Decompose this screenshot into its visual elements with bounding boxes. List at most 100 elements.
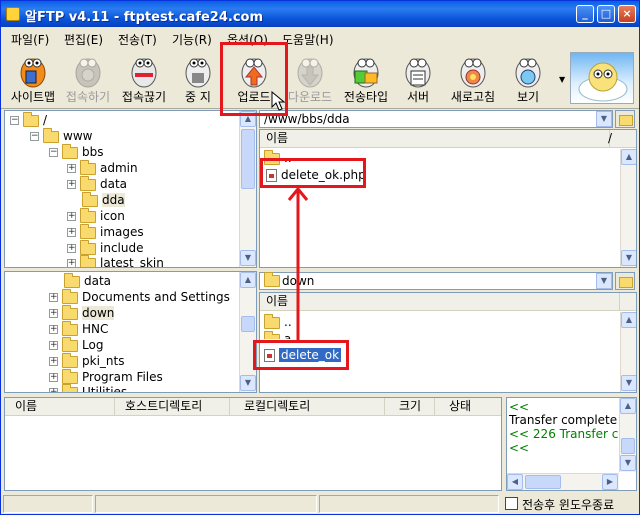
menu-file[interactable]: 파일(F) [11, 31, 49, 48]
scroll-thumb[interactable] [241, 316, 255, 332]
log-hscrollbar[interactable]: ◀ ▶ [507, 473, 619, 490]
column-name[interactable]: 이름 [260, 293, 620, 310]
tree-expander[interactable]: + [67, 244, 76, 253]
close-after-transfer-checkbox[interactable] [505, 497, 518, 510]
sitemap-button[interactable]: 사이트맵 [7, 51, 59, 107]
refresh-button[interactable]: 새로고침 [445, 51, 501, 107]
local-list-scrollbar[interactable]: ▲ ▼ [620, 312, 636, 392]
tree-expander[interactable]: − [49, 148, 58, 157]
local-path-dropdown-icon[interactable]: ▼ [596, 273, 612, 289]
column-status[interactable]: 상태 [435, 398, 501, 415]
tree-item-bbs[interactable]: bbs [82, 145, 104, 159]
remote-up-folder-icon[interactable] [615, 110, 635, 128]
remote-tree-pane[interactable]: − / − www − bbs + admin + data dda + icon + ima… [4, 110, 257, 268]
log-pane[interactable]: << Transfer complete << 226 Transfer cor… [506, 397, 637, 491]
tree-expander[interactable]: + [49, 357, 58, 366]
tree-item-program-files[interactable]: Program Files [82, 370, 163, 384]
tree-expander[interactable]: + [49, 309, 58, 318]
column-size[interactable]: 크기 [385, 398, 435, 415]
scroll-down-icon[interactable]: ▼ [621, 250, 636, 266]
remote-path-dropdown-icon[interactable]: ▼ [596, 111, 612, 127]
tree-item-data[interactable]: data [84, 274, 111, 288]
tree-expander[interactable]: + [49, 341, 58, 350]
scroll-up-icon[interactable]: ▲ [621, 149, 636, 165]
tree-item-admin[interactable]: admin [100, 161, 138, 175]
scroll-up-icon[interactable]: ▲ [621, 312, 636, 328]
tree-expander[interactable]: + [67, 259, 76, 267]
close-button[interactable]: × [618, 5, 636, 23]
scroll-down-icon[interactable]: ▼ [240, 250, 256, 266]
scroll-down-icon[interactable]: ▼ [620, 455, 636, 471]
tree-expander[interactable]: + [49, 325, 58, 334]
remote-list-scrollbar[interactable]: ▲ ▼ [620, 149, 636, 267]
log-vscrollbar[interactable]: ▲ ▼ [619, 398, 636, 472]
tree-item-images[interactable]: images [100, 225, 144, 239]
tree-item-pki-nts[interactable]: pki_nts [82, 354, 124, 368]
tree-item-latest-skin[interactable]: latest_skin [100, 256, 164, 267]
tree-item-data[interactable]: data [100, 177, 127, 191]
minimize-button[interactable]: _ [576, 5, 594, 23]
download-button[interactable]: 다운로드 [283, 51, 337, 107]
disconnect-button[interactable]: 접속끊기 [117, 51, 171, 107]
toolbar-dropdown-arrow-icon[interactable]: ▼ [559, 75, 565, 84]
tree-item-log[interactable]: Log [82, 338, 103, 352]
tree-item-utilities[interactable]: Utilities [82, 385, 127, 392]
local-up-folder-icon[interactable] [615, 272, 635, 290]
scroll-thumb[interactable] [621, 438, 635, 454]
scroll-up-icon[interactable]: ▲ [240, 272, 256, 288]
tree-item-down[interactable]: down [82, 306, 115, 320]
transfer-queue[interactable]: 이름 호스트디렉토리 로컬디렉토리 크기 상태 [4, 397, 502, 491]
tree-expander[interactable]: + [67, 180, 76, 189]
tree-expander[interactable]: + [67, 228, 76, 237]
column-host-directory[interactable]: 호스트디렉토리 [115, 398, 230, 415]
scroll-thumb[interactable] [525, 475, 561, 489]
tree-item-include[interactable]: include [100, 241, 143, 255]
connect-button[interactable]: 접속하기 [61, 51, 115, 107]
tree-expander[interactable]: + [49, 388, 58, 392]
log-line: << [509, 441, 530, 455]
remote-path-combo[interactable]: /www/bbs/dda [259, 110, 613, 128]
tree-item-hnc[interactable]: HNC [82, 322, 108, 336]
scroll-right-icon[interactable]: ▶ [602, 474, 618, 490]
remote-file-list[interactable]: 이름 / .. delete_ok.php ▲ ▼ [259, 129, 637, 268]
remote-tree-scrollbar[interactable]: ▲ ▼ [239, 111, 256, 267]
tree-expander[interactable]: + [67, 212, 76, 221]
maximize-button[interactable]: □ [597, 5, 615, 23]
menu-edit[interactable]: 편집(E) [64, 31, 103, 48]
tree-item-documents-and-settings[interactable]: Documents and Settings [82, 290, 230, 304]
transfer-type-button[interactable]: 전송타입 [339, 51, 393, 107]
menu-function[interactable]: 기능(R) [172, 31, 212, 48]
local-path-combo[interactable]: down [259, 272, 613, 290]
menu-transfer[interactable]: 전송(T) [118, 31, 157, 48]
menu-help[interactable]: 도움말(H) [282, 31, 334, 48]
column-name[interactable]: 이름 [5, 398, 115, 415]
tree-item-icon[interactable]: icon [100, 209, 125, 223]
scroll-left-icon[interactable]: ◀ [507, 474, 523, 490]
tree-item-root[interactable]: / [43, 113, 47, 127]
tree-expander[interactable]: + [67, 164, 76, 173]
folder-icon [80, 254, 96, 267]
column-name[interactable]: 이름 [260, 130, 610, 147]
scroll-thumb[interactable] [241, 129, 255, 189]
tree-expander[interactable]: + [49, 293, 58, 302]
tree-item-www[interactable]: www [63, 129, 92, 143]
view-button[interactable]: 보기 [503, 51, 553, 107]
tree-item-dda[interactable]: dda [102, 193, 125, 207]
tree-expander[interactable]: − [30, 132, 39, 141]
folder-icon [43, 127, 59, 143]
server-button[interactable]: 서버 [395, 51, 441, 107]
column-local-directory[interactable]: 로컬디렉토리 [230, 398, 385, 415]
title-bar[interactable]: 알FTP v4.11 - ftptest.cafe24.com _ □ × [1, 1, 639, 27]
local-tree-pane[interactable]: data + Documents and Settings + down + HNC … [4, 271, 257, 393]
scroll-up-icon[interactable]: ▲ [620, 398, 636, 414]
scroll-down-icon[interactable]: ▼ [621, 375, 636, 391]
ftp-window: 알FTP v4.11 - ftptest.cafe24.com _ □ × 파일… [0, 0, 640, 515]
scroll-down-icon[interactable]: ▼ [240, 375, 256, 391]
stop-button[interactable]: 중 지 [173, 51, 223, 107]
local-tree-scrollbar[interactable]: ▲ ▼ [239, 272, 256, 392]
status-bar: 전송후 윈도우종료 [3, 493, 637, 513]
tree-expander[interactable]: + [49, 373, 58, 382]
status-cell [3, 495, 93, 513]
folder-icon [64, 272, 80, 288]
tree-expander[interactable]: − [10, 116, 19, 125]
